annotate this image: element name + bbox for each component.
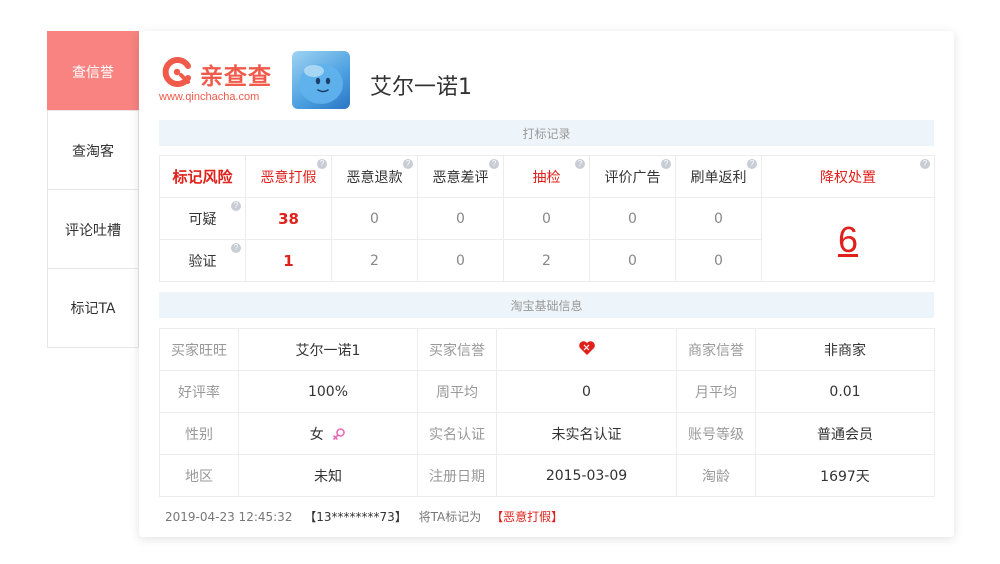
label-seller-credit: 商家信誉 xyxy=(676,328,756,371)
mark-row-suspicious: 可疑? 38 0 0 0 0 0 6 xyxy=(159,197,935,282)
cell-value: 2 xyxy=(503,239,590,282)
value-register-date: 2015-03-09 xyxy=(496,454,677,497)
label-taobao-age: 淘龄 xyxy=(676,454,756,497)
label-gender: 性别 xyxy=(159,412,239,455)
cell-value: 0 xyxy=(331,197,418,240)
value-real-name: 未实名认证 xyxy=(496,412,677,455)
value-gender: 女 xyxy=(309,426,324,443)
value-positive-rate: 100% xyxy=(238,370,418,413)
help-icon[interactable]: ? xyxy=(403,159,413,169)
cell-value: 0 xyxy=(417,239,504,282)
avatar-image xyxy=(299,64,343,104)
cell-value: 0 xyxy=(675,239,762,282)
table-row: 买家旺旺 艾尔一诺1 买家信誉 商家信誉 非商家 xyxy=(159,328,935,371)
info-section-title: 淘宝基础信息 xyxy=(159,292,934,318)
mark-table: 标记风险 恶意打假? 恶意退款? 恶意差评? 抽检? 评价广告? 刷单返利? 降… xyxy=(159,155,935,282)
logo-url: www.qinchacha.com xyxy=(159,91,260,103)
table-row: 地区 未知 注册日期 2015-03-09 淘龄 1697天 xyxy=(159,454,935,497)
header-demotion: 降权处置? xyxy=(761,155,935,198)
value-account-level: 普通会员 xyxy=(755,412,935,455)
value-weekly-avg: 0 xyxy=(496,370,677,413)
row-label-verified: 验证? xyxy=(159,239,246,282)
cell-value: 0 xyxy=(503,197,590,240)
shop-name: 艾尔一诺1 xyxy=(370,75,472,100)
header-brushing-rebate: 刷单返利? xyxy=(675,155,762,198)
label-monthly-avg: 月平均 xyxy=(676,370,756,413)
cell-value: 2 xyxy=(331,239,418,282)
label-weekly-avg: 周平均 xyxy=(417,370,497,413)
value-monthly-avg: 0.01 xyxy=(755,370,935,413)
row-label-suspicious: 可疑? xyxy=(159,197,246,240)
logo: 亲查查 www.qinchacha.com xyxy=(159,55,279,105)
table-row: 性别 女 实名认证 未实名认证 账号等级 普通会员 xyxy=(159,412,935,455)
label-real-name: 实名认证 xyxy=(417,412,497,455)
value-gender-cell: 女 xyxy=(238,412,418,455)
mark-header-row: 标记风险 恶意打假? 恶意退款? 恶意差评? 抽检? 评价广告? 刷单返利? 降… xyxy=(159,155,935,198)
value-seller-credit: 非商家 xyxy=(755,328,935,371)
help-icon[interactable]: ? xyxy=(661,159,671,169)
mark-section-title: 打标记录 xyxy=(159,120,934,146)
label-region: 地区 xyxy=(159,454,239,497)
sidebar: 查信誉 查淘客 评论吐槽 标记TA xyxy=(47,31,139,348)
sidebar-item-check-credit[interactable]: 查信誉 xyxy=(47,31,139,111)
header-malicious-counterfeit: 恶意打假? xyxy=(245,155,332,198)
sidebar-item-comments[interactable]: 评论吐槽 xyxy=(47,189,139,269)
help-icon[interactable]: ? xyxy=(231,201,241,211)
heart-rank-icon xyxy=(578,340,595,355)
footer-account: 【13********73】 xyxy=(304,510,407,524)
cell-value: 0 xyxy=(589,197,676,240)
label-buyer-credit: 买家信誉 xyxy=(417,328,497,371)
cell-value: 1 xyxy=(245,239,332,282)
main-panel: 亲查查 www.qinchacha.com 艾尔一诺1 打标记录 标记风险 恶意… xyxy=(139,31,954,537)
value-buyer-wangwang: 艾尔一诺1 xyxy=(238,328,418,371)
header-spot-check: 抽检? xyxy=(503,155,590,198)
header-risk: 标记风险 xyxy=(159,155,246,198)
help-icon[interactable]: ? xyxy=(747,159,757,169)
sidebar-item-mark-ta[interactable]: 标记TA xyxy=(47,268,139,348)
help-icon[interactable]: ? xyxy=(231,243,241,253)
help-icon[interactable]: ? xyxy=(575,159,585,169)
table-row: 好评率 100% 周平均 0 月平均 0.01 xyxy=(159,370,935,413)
cell-value: 0 xyxy=(589,239,676,282)
value-region: 未知 xyxy=(238,454,418,497)
female-icon xyxy=(333,427,346,440)
label-positive-rate: 好评率 xyxy=(159,370,239,413)
avatar xyxy=(292,51,350,109)
info-table: 买家旺旺 艾尔一诺1 买家信誉 商家信誉 非商家 好评率 100% 周平均 0 … xyxy=(159,328,935,497)
footer-tag: 【恶意打假】 xyxy=(491,510,564,524)
cell-value: 0 xyxy=(675,197,762,240)
help-icon[interactable]: ? xyxy=(489,159,499,169)
footer-record: 2019-04-23 12:45:32 【13********73】 将TA标记… xyxy=(165,508,563,525)
demotion-cell: 6 xyxy=(761,197,935,282)
label-buyer-wangwang: 买家旺旺 xyxy=(159,328,239,371)
header-malicious-refund: 恶意退款? xyxy=(331,155,418,198)
sidebar-item-check-taoke[interactable]: 查淘客 xyxy=(47,110,139,190)
cell-value: 0 xyxy=(417,197,504,240)
help-icon[interactable]: ? xyxy=(920,159,930,169)
label-register-date: 注册日期 xyxy=(417,454,497,497)
footer-action: 将TA标记为 xyxy=(418,510,482,524)
demotion-count[interactable]: 6 xyxy=(838,219,858,260)
header-review-ads: 评价广告? xyxy=(589,155,676,198)
value-buyer-credit xyxy=(496,328,677,371)
label-account-level: 账号等级 xyxy=(676,412,756,455)
header: 亲查查 www.qinchacha.com 艾尔一诺1 xyxy=(159,49,939,111)
logo-text: 亲查查 xyxy=(200,64,272,90)
header-malicious-review: 恶意差评? xyxy=(417,155,504,198)
help-icon[interactable]: ? xyxy=(317,159,327,169)
value-taobao-age: 1697天 xyxy=(755,454,935,497)
qinchacha-logo-icon xyxy=(162,57,191,87)
footer-timestamp: 2019-04-23 12:45:32 xyxy=(165,510,293,524)
cell-value: 38 xyxy=(245,197,332,240)
